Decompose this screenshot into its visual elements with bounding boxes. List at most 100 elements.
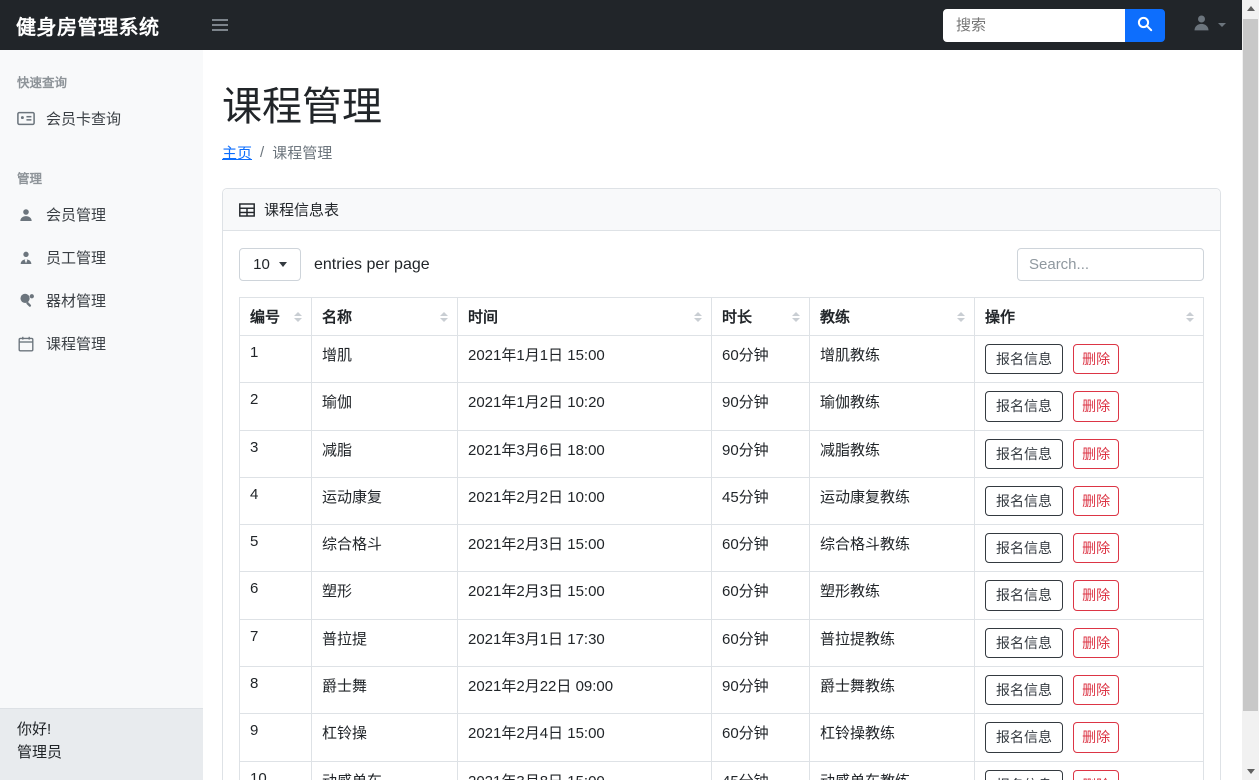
sort-icon (694, 311, 702, 322)
user-icon (17, 207, 35, 223)
cell-name: 塑形 (311, 571, 458, 620)
entries-per-page-select[interactable]: 10 (239, 248, 301, 281)
sidebar-item-label: 器材管理 (46, 293, 107, 310)
breadcrumb-separator: / (260, 144, 265, 161)
cell-coach: 增肌教练 (809, 334, 975, 384)
registration-info-button[interactable]: 报名信息 (985, 580, 1063, 611)
cell-name: 增肌 (311, 334, 458, 384)
user-menu[interactable] (1191, 12, 1226, 38)
scrollbar-thumb[interactable] (1243, 19, 1258, 711)
cell-name: 瑜伽 (311, 382, 458, 431)
course-table: 编号 名称 时间 时长 教练 操作 1 增肌 2021年1月1日 15:00 6… (239, 297, 1204, 780)
sidebar-item-course-manage[interactable]: 课程管理 (0, 322, 203, 365)
cell-time: 2021年1月1日 15:00 (457, 334, 712, 384)
table-row: 9 杠铃操 2021年2月4日 15:00 60分钟 杠铃操教练 报名信息 删除 (239, 713, 1204, 762)
cell-duration: 45分钟 (711, 760, 810, 780)
cell-actions: 报名信息 删除 (974, 382, 1204, 431)
vertical-scrollbar[interactable] (1242, 0, 1259, 780)
cell-actions: 报名信息 删除 (974, 713, 1204, 762)
column-header-duration[interactable]: 时长 (711, 297, 810, 336)
card-body: 10 entries per page 编号 (223, 231, 1220, 780)
course-table-card: 课程信息表 10 entries per page Search... 编号 名… (222, 188, 1221, 780)
cell-time: 2021年1月2日 10:20 (457, 382, 712, 431)
cell-coach: 普拉提教练 (809, 618, 975, 668)
delete-button[interactable]: 删除 (1073, 627, 1120, 659)
table-icon (239, 202, 255, 217)
table-row: 10 动感单车 2021年3月8日 15:00 45分钟 动感单车教练 报名信息… (239, 760, 1204, 780)
cell-actions: 报名信息 删除 (974, 571, 1204, 620)
registration-info-button[interactable]: 报名信息 (985, 438, 1063, 469)
cell-coach: 瑜伽教练 (809, 382, 975, 431)
registration-info-button[interactable]: 报名信息 (985, 675, 1063, 706)
cell-id: 9 (239, 713, 312, 762)
registration-info-button[interactable]: 报名信息 (985, 344, 1063, 375)
sidebar-user-footer: 你好! 管理员 (0, 708, 203, 780)
cell-coach: 塑形教练 (809, 571, 975, 620)
table-search-input[interactable] (1017, 248, 1204, 281)
registration-info-button[interactable]: 报名信息 (985, 485, 1063, 517)
delete-button[interactable]: 删除 (1073, 391, 1120, 422)
cell-time: 2021年2月22日 09:00 (457, 666, 712, 715)
table-row: 4 运动康复 2021年2月2日 10:00 45分钟 运动康复教练 报名信息 … (239, 476, 1204, 526)
registration-info-button[interactable]: 报名信息 (985, 627, 1063, 659)
cell-duration: 60分钟 (711, 571, 810, 620)
caret-down-icon (1218, 23, 1226, 27)
delete-button[interactable]: 删除 (1073, 580, 1120, 611)
scrollbar-up-arrow-icon[interactable] (1242, 0, 1259, 17)
table-header-row: 编号 名称 时间 时长 教练 操作 (239, 297, 1204, 336)
breadcrumb-home-link[interactable]: 主页 (222, 142, 252, 163)
column-header-actions[interactable]: 操作 (974, 297, 1204, 336)
table-body: 1 增肌 2021年1月1日 15:00 60分钟 增肌教练 报名信息 删除 2… (239, 334, 1204, 780)
search-icon (1137, 16, 1153, 35)
registration-info-button[interactable]: 报名信息 (985, 722, 1063, 753)
scrollbar-down-arrow-icon[interactable] (1242, 763, 1259, 780)
delete-button[interactable]: 删除 (1073, 533, 1120, 564)
registration-info-button[interactable]: 报名信息 (985, 769, 1063, 780)
cell-name: 减脂 (311, 429, 458, 478)
delete-button[interactable]: 删除 (1073, 675, 1120, 706)
cell-time: 2021年3月1日 17:30 (457, 618, 712, 668)
column-header-id[interactable]: 编号 (239, 297, 312, 336)
sidebar-item-label: 会员管理 (46, 207, 107, 224)
sidebar-item-equipment-manage[interactable]: 器材管理 (0, 279, 203, 322)
breadcrumb-current: 课程管理 (272, 145, 333, 162)
app-title: 健身房管理系统 (16, 16, 160, 39)
hamburger-icon[interactable] (208, 15, 232, 35)
cell-name: 爵士舞 (311, 666, 458, 715)
cell-name: 普拉提 (311, 618, 458, 668)
cell-name: 运动康复 (311, 476, 458, 526)
column-header-time[interactable]: 时间 (457, 297, 712, 336)
cell-actions: 报名信息 删除 (974, 666, 1204, 715)
cell-actions: 报名信息 删除 (974, 618, 1204, 668)
cell-id: 3 (239, 429, 312, 478)
delete-button[interactable]: 删除 (1073, 438, 1120, 469)
entries-per-page-label: entries per page (314, 255, 430, 273)
registration-info-button[interactable]: 报名信息 (985, 391, 1063, 422)
navbar-search-input[interactable] (943, 8, 1125, 42)
card-title: 课程信息表 (264, 202, 340, 219)
sidebar-item-label: 员工管理 (46, 250, 107, 267)
sidebar-item-member-card-query[interactable]: 会员卡查询 (0, 97, 203, 140)
cell-time: 2021年2月3日 15:00 (457, 524, 712, 573)
table-row: 1 增肌 2021年1月1日 15:00 60分钟 增肌教练 报名信息 删除 (239, 334, 1204, 384)
sort-icon (957, 311, 965, 322)
cell-coach: 减脂教练 (809, 429, 975, 478)
navbar-search-button[interactable] (1125, 8, 1165, 42)
app-window: 健身房管理系统 快速查询 会员卡查询 (0, 0, 1242, 780)
sidebar-section-manage: 管理 (17, 172, 43, 186)
delete-button[interactable]: 删除 (1073, 722, 1120, 753)
cell-name: 动感单车 (311, 760, 458, 780)
column-header-name[interactable]: 名称 (311, 297, 458, 336)
chevron-down-icon (278, 262, 287, 267)
cell-time: 2021年3月8日 15:00 (457, 760, 712, 780)
column-header-coach[interactable]: 教练 (809, 297, 975, 336)
table-row: 6 塑形 2021年2月3日 15:00 60分钟 塑形教练 报名信息 删除 (239, 571, 1204, 620)
delete-button[interactable]: 删除 (1073, 344, 1120, 375)
delete-button[interactable]: 删除 (1073, 769, 1120, 780)
sidebar-section-quick-query: 快速查询 (17, 76, 68, 90)
delete-button[interactable]: 删除 (1073, 485, 1120, 517)
sidebar-item-member-manage[interactable]: 会员管理 (0, 193, 203, 236)
sidebar-item-staff-manage[interactable]: 员工管理 (0, 236, 203, 279)
cell-id: 6 (239, 571, 312, 620)
registration-info-button[interactable]: 报名信息 (985, 533, 1063, 564)
